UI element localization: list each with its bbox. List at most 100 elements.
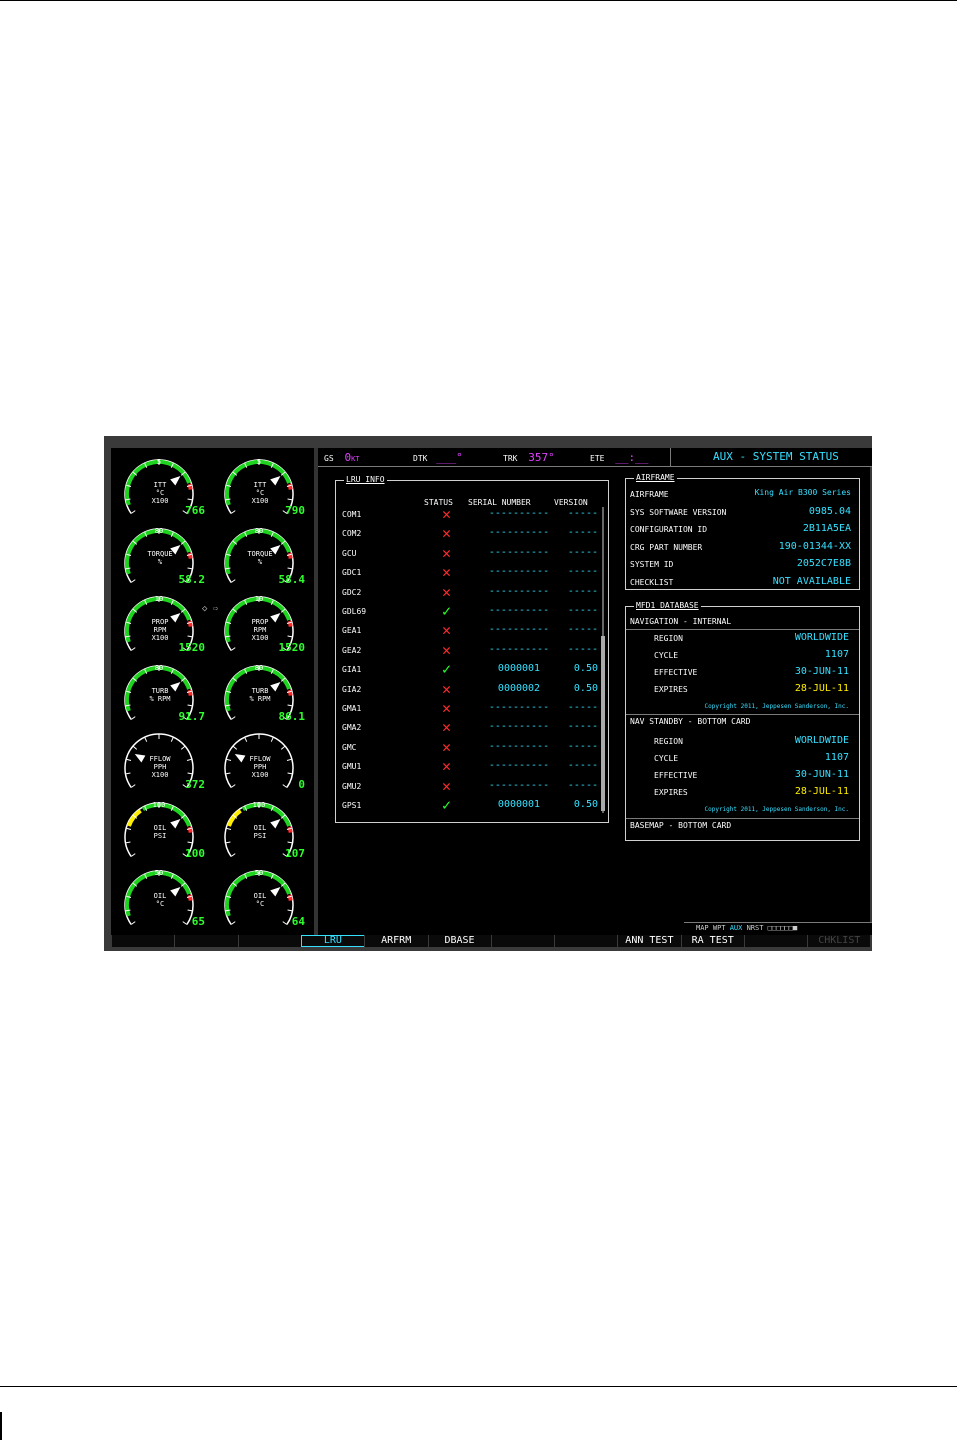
region-label: REGION: [654, 634, 683, 643]
cross-icon: ✕: [442, 640, 452, 659]
lru-row-gmu1[interactable]: GMU1 ✕ ---------- -----: [336, 757, 606, 776]
softkey-blank-2[interactable]: [237, 935, 301, 947]
lru-name: GMU1: [342, 762, 362, 772]
lru-version: -----: [567, 527, 598, 539]
softkey-blank-10[interactable]: [744, 935, 807, 947]
softkey-dbase[interactable]: DBASE: [427, 935, 491, 947]
engine-gauge: OIL PSI 100 100: [115, 797, 211, 865]
gauge-label1: TORQUE: [247, 549, 273, 558]
gauge-value: 107: [285, 846, 305, 860]
lru-row-gmc[interactable]: GMC ✕ ---------- -----: [336, 738, 606, 757]
page-bottom-rule: [0, 1386, 957, 1387]
lru-row-gps1[interactable]: GPS1 ✓ 0000001 0.50: [336, 796, 606, 815]
gauge-label1: TORQUE: [147, 549, 173, 558]
gauge-label2: PPH: [253, 763, 267, 771]
gauge-label1: FFLOW: [249, 755, 271, 763]
lru-name: COM2: [342, 529, 362, 539]
gauge-label: PROP RPM X100: [235, 618, 285, 642]
softkey-arfrm[interactable]: ARFRM: [364, 935, 427, 947]
softkey-blank-7[interactable]: [554, 935, 617, 947]
bezel-bottom: [104, 947, 872, 951]
trk-value: 357°: [528, 451, 555, 464]
lru-row-gmu2[interactable]: GMU2 ✕ ---------- -----: [336, 777, 606, 796]
softkey-chklist[interactable]: CHKLIST: [807, 935, 870, 947]
page-group-indicator: MAP WPT AUX NRST □□□□□□■: [696, 924, 797, 932]
lru-row-gia2[interactable]: GIA2 ✕ 0000002 0.50: [336, 680, 606, 699]
lru-info-box: LRU INFO STATUS SERIAL NUMBER VERSION CO…: [335, 475, 609, 823]
section-line: [626, 629, 859, 630]
lru-serial: 0000002: [497, 682, 541, 694]
gauge-label2: PSI: [253, 831, 267, 840]
softkey-blank-6[interactable]: [490, 935, 554, 947]
status-aux: AUX: [729, 924, 743, 932]
gauge-label2: °C: [155, 489, 165, 497]
lru-row-gia1[interactable]: GIA1 ✓ 0000001 0.50: [336, 660, 606, 679]
softkey-blank-0[interactable]: [111, 935, 174, 947]
engine-gauge: OIL °C 50 65: [115, 865, 211, 933]
gauge-label: TURB% RPM: [135, 687, 185, 703]
basemap-heading: BASEMAP - BOTTOM CARD: [630, 821, 732, 830]
lru-row-gea2[interactable]: GEA2 ✕ ---------- -----: [336, 641, 606, 660]
cross-icon: ✕: [442, 776, 452, 795]
expires-value: 28-JUL-11: [794, 786, 849, 797]
airframe-label: SYSTEM ID: [630, 560, 674, 569]
lru-serial: ----------: [488, 585, 550, 597]
lru-row-com2[interactable]: COM2 ✕ ---------- -----: [336, 524, 606, 543]
lru-version: 0.50: [573, 663, 598, 675]
engine-gauge: ITT °C X100 5 766: [115, 454, 211, 522]
gauge-label1: ITT: [153, 481, 167, 489]
lru-serial: ----------: [488, 605, 550, 616]
gauge-value: 0: [298, 778, 305, 791]
engine-gauge: OIL PSI 100 107: [215, 797, 311, 865]
softkey-blank-1[interactable]: [174, 935, 237, 947]
engine-gauge: TURB% RPM 80 91.7: [115, 660, 211, 728]
gauge-label2: %: [157, 557, 163, 566]
softkey-ra-test[interactable]: RA TEST: [680, 935, 744, 947]
gauge-value: 65: [191, 915, 205, 928]
gauge-label2: PSI: [153, 831, 167, 840]
dtk-value: ___°: [436, 451, 463, 464]
gauge-scale: 10: [154, 595, 164, 603]
check-icon: ✓: [442, 660, 452, 679]
lru-name: GDL69: [342, 607, 367, 616]
trk-field: TRK 357°: [503, 451, 555, 464]
cross-icon: ✕: [442, 757, 452, 776]
gauge-label2: RPM: [153, 626, 167, 634]
lru-row-gdc2[interactable]: GDC2 ✕ ---------- -----: [336, 583, 606, 602]
lru-row-gcu[interactable]: GCU ✕ ---------- -----: [336, 544, 606, 563]
check-icon: ✓: [442, 602, 452, 620]
lru-row-gma1[interactable]: GMA1 ✕ ---------- -----: [336, 699, 606, 718]
cross-icon: ✕: [442, 543, 452, 562]
section-line: [626, 818, 859, 819]
lru-scroll-thumb[interactable]: [601, 636, 605, 811]
lru-row-gdc1[interactable]: GDC1 ✕ ---------- -----: [336, 563, 606, 582]
mfd-screen: ITT °C X100 5 766 ITT °C X100 5 790 TORQUE% 80 58.2 T…: [104, 436, 872, 951]
airframe-label: CRG PART NUMBER: [630, 542, 703, 552]
region-value: WORLDWIDE: [794, 632, 849, 643]
gauge-value: 100: [185, 846, 205, 860]
engine-gauge: PROP RPM X100 10 1520: [115, 591, 211, 659]
gauge-label1: PROP: [151, 618, 169, 626]
lru-version: -----: [567, 740, 598, 752]
lru-row-gma2[interactable]: GMA2 ✕ ---------- -----: [336, 718, 606, 737]
engine-gauge: ITT °C X100 5 790: [215, 454, 311, 522]
lru-serial: ----------: [488, 546, 550, 558]
lru-serial: ----------: [488, 508, 550, 519]
cross-icon: ✕: [442, 621, 452, 640]
gauge-scale: 50: [154, 869, 164, 877]
cross-icon: ✕: [442, 718, 452, 737]
trk-label: TRK: [503, 454, 518, 463]
lru-row-gea1[interactable]: GEA1 ✕ ---------- -----: [336, 621, 606, 640]
lru-row-com1[interactable]: COM1 ✕ ---------- -----: [336, 505, 606, 524]
lru-serial: ----------: [488, 721, 550, 733]
softkey-ann-test[interactable]: ANN TEST: [617, 935, 680, 947]
gauge-scale: 80: [154, 526, 164, 535]
softkey-lru[interactable]: LRU: [300, 935, 365, 947]
lru-name: GPS1: [342, 801, 362, 810]
lru-row-gdl69[interactable]: GDL69 ✓ ---------- -----: [336, 602, 606, 621]
engine-gauge: OIL °C 50 64: [215, 865, 311, 933]
gauge-label1: PROP: [251, 618, 269, 626]
status-suffix: NRST □□□□□□■: [742, 924, 798, 932]
lru-name: GDC1: [342, 568, 362, 578]
gauge-label: OIL °C: [135, 892, 185, 908]
